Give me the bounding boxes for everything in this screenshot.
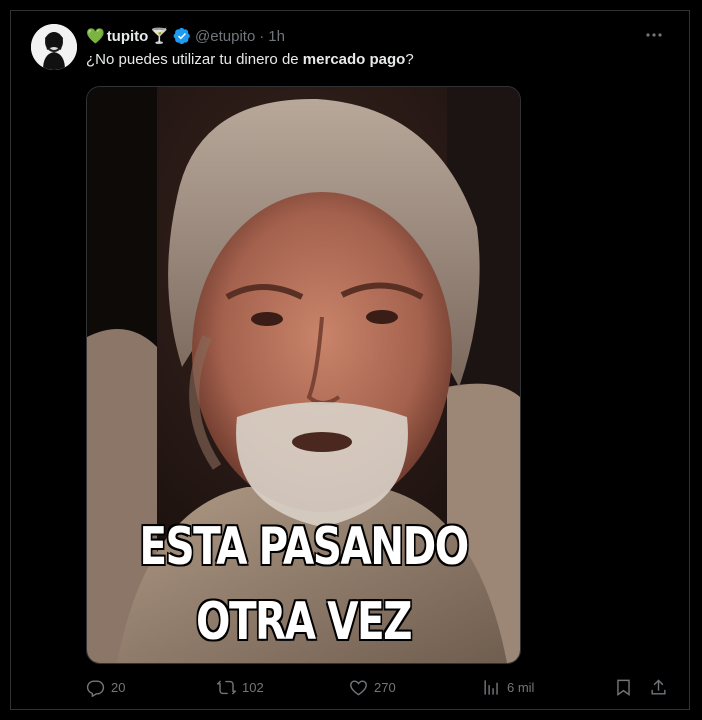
tweet-text: ¿No puedes utilizar tu dinero de mercado… xyxy=(86,50,414,70)
meme-caption-line1: ESTA PASANDO xyxy=(139,517,469,577)
tweet-text-start: ¿No puedes utilizar tu dinero de xyxy=(86,51,303,68)
separator-dot: · xyxy=(259,27,265,45)
tweet-text-bold: mercado pago xyxy=(302,51,406,68)
reply-button[interactable]: 20 xyxy=(86,676,125,698)
bookmark-icon xyxy=(617,679,630,696)
more-icon[interactable] xyxy=(642,25,666,45)
display-name-text: tupito xyxy=(106,27,149,45)
tweet-header: 💚 tupito 🍸 @etupito · 1h xyxy=(86,25,285,47)
views-button[interactable]: 6 mil xyxy=(482,676,534,698)
like-count: 270 xyxy=(374,679,396,695)
verified-icon xyxy=(173,27,190,45)
display-name[interactable]: 💚 tupito 🍸 xyxy=(86,27,170,46)
views-icon xyxy=(484,679,498,695)
like-icon xyxy=(350,679,367,695)
share-icon xyxy=(651,678,666,695)
share-button[interactable] xyxy=(649,676,668,698)
tweet[interactable]: 💚 tupito 🍸 @etupito · 1h ¿No puedes utiliz… xyxy=(0,0,702,720)
tweet-actions: 20 102 270 6 mil xyxy=(86,676,672,698)
views-count: 6 mil xyxy=(507,679,535,695)
retweet-button[interactable]: 102 xyxy=(217,676,264,698)
cocktail-emoji: 🍸 xyxy=(150,28,170,45)
retweet-icon xyxy=(217,680,236,694)
reply-icon xyxy=(86,679,105,697)
meme-caption-line2: OTRA VEZ xyxy=(196,592,412,652)
green-heart-emoji: 💚 xyxy=(86,28,105,45)
like-button[interactable]: 270 xyxy=(349,676,396,698)
tweet-text-end: ? xyxy=(405,51,414,68)
handle[interactable]: @etupito xyxy=(195,28,255,45)
retweet-count: 102 xyxy=(242,679,264,695)
reply-count: 20 xyxy=(111,679,126,695)
bookmark-button[interactable] xyxy=(614,676,633,698)
avatar[interactable] xyxy=(31,24,77,70)
tweet-media-gif[interactable]: ESTA PASANDO OTRA VEZ xyxy=(86,86,521,664)
timestamp[interactable]: 1h xyxy=(268,28,285,45)
